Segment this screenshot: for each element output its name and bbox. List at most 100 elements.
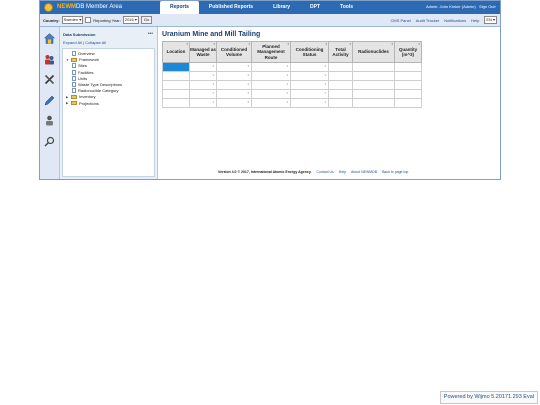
language-select[interactable]: EN ▾ [484,16,497,24]
help-link[interactable]: Help [471,18,479,23]
search-icon[interactable] [44,136,55,147]
grid-cell[interactable]: ▾ [216,71,252,81]
cell-dropdown-icon[interactable]: ▾ [247,64,249,68]
cell-dropdown-icon[interactable]: ▾ [286,73,288,77]
panel-menu-icon[interactable]: ••• [148,31,153,37]
cell-dropdown-icon[interactable]: ▾ [286,91,288,95]
filter-icon[interactable]: ▾ [186,42,188,48]
cell-dropdown-icon[interactable]: ▾ [212,100,214,104]
cell-dropdown-icon[interactable]: ▾ [286,64,288,68]
audit-tracker-link[interactable]: Audit Tracker [416,18,440,23]
grid-cell[interactable]: ▾ [251,71,291,81]
grid-cell[interactable]: ▾ [251,98,291,108]
filter-icon[interactable]: ▾ [248,42,250,48]
grid-cell[interactable]: ▾ [290,71,329,81]
grid-cell[interactable] [162,80,190,90]
about-link[interactable]: About NEWMDB [351,170,377,174]
expand-arrow-icon[interactable]: ▼ [66,58,69,62]
filter-icon[interactable]: ▾ [349,42,351,48]
footer-help-link[interactable]: Help [339,170,346,174]
filter-icon[interactable]: ▾ [287,42,289,48]
grid-cell[interactable]: ▾ [189,98,217,108]
grid-cell[interactable]: ▾ [290,98,329,108]
collapse-arrow-icon[interactable]: ▶ [66,101,69,105]
cell-dropdown-icon[interactable]: ▾ [212,64,214,68]
users-icon[interactable] [44,54,55,65]
column-header[interactable]: Radionuclides ▾ [352,41,395,63]
grid-cell[interactable] [352,62,395,72]
tree-node[interactable]: Sites [72,63,87,69]
collapse-arrow-icon[interactable]: ▶ [66,95,69,99]
column-header[interactable]: Location ▾ [162,41,190,63]
go-button[interactable]: Go [140,16,153,24]
cell-dropdown-icon[interactable]: ▾ [212,82,214,86]
grid-cell[interactable]: ▾ [290,62,329,72]
cell-dropdown-icon[interactable]: ▾ [247,100,249,104]
grid-cell[interactable]: ▾ [216,98,252,108]
grid-cell[interactable] [394,80,422,90]
column-header[interactable]: Planned Management Route ▾ [251,41,291,63]
column-header[interactable]: Managed as Waste ▾ [189,41,217,63]
cell-dropdown-icon[interactable]: ▾ [286,100,288,104]
tree-node[interactable]: Facilities [72,69,94,75]
grid-cell[interactable] [352,80,395,90]
grid-cell[interactable] [394,71,422,81]
contact-link[interactable]: Contact Us [316,170,333,174]
cell-dropdown-icon[interactable]: ▾ [247,91,249,95]
tab-dpt[interactable]: DPT [300,1,330,14]
grid-cell[interactable] [394,62,422,72]
cell-dropdown-icon[interactable]: ▾ [324,82,326,86]
tree-node[interactable]: Waste Type Descriptions [72,82,122,87]
sign-out-link[interactable]: Sign Out [479,4,495,9]
cell-dropdown-icon[interactable]: ▾ [212,91,214,95]
tab-reports[interactable]: Reports [160,1,199,14]
tree-node[interactable]: Units [72,75,87,81]
person-icon[interactable] [44,115,55,126]
tab-library[interactable]: Library [263,1,300,14]
tree-node[interactable]: ▼ Framework [66,57,99,62]
tools-icon[interactable] [44,74,55,85]
grid-cell[interactable] [162,89,190,99]
cell-dropdown-icon[interactable]: ▾ [286,82,288,86]
cell-dropdown-icon[interactable]: ▾ [247,73,249,77]
tree-node[interactable]: Overview [72,51,95,56]
tab-tools[interactable]: Tools [330,1,363,14]
grid-cell[interactable] [328,89,353,99]
country-select[interactable]: Sweden ▾ [61,16,84,24]
grid-cell[interactable]: ▾ [189,80,217,90]
grid-cell[interactable]: ▾ [251,62,291,72]
filter-icon[interactable]: ▾ [391,42,393,48]
grid-cell[interactable]: ▾ [251,89,291,99]
grid-cell[interactable]: ▾ [290,89,329,99]
collapse-all-link[interactable]: Collapse All [85,40,106,45]
grid-cell[interactable] [328,71,353,81]
cell-dropdown-icon[interactable]: ▾ [324,73,326,77]
cms-panel-link[interactable]: CMS Panel [390,18,410,23]
back-to-top-link[interactable]: Back to page top [382,170,408,174]
tree-node[interactable]: ▶ Projections [66,101,99,106]
cell-dropdown-icon[interactable]: ▾ [324,91,326,95]
grid-cell[interactable] [394,98,422,108]
grid-cell[interactable]: ▾ [216,62,252,72]
reporting-year-checkbox[interactable] [85,17,92,23]
year-select[interactable]: 2016 ▾ [122,16,139,24]
grid-cell[interactable] [328,62,353,72]
notifications-link[interactable]: Notifications [444,18,466,23]
grid-cell[interactable] [352,98,395,108]
grid-cell[interactable] [394,89,422,99]
column-header[interactable]: Quantity (m^3) ▾ [394,41,422,63]
grid-cell[interactable]: ▾ [189,89,217,99]
grid-cell[interactable]: ▾ [290,80,329,90]
cell-dropdown-icon[interactable]: ▾ [212,73,214,77]
grid-cell[interactable] [352,71,395,81]
home-icon[interactable] [44,33,55,44]
filter-icon[interactable]: ▾ [325,42,327,48]
expand-all-link[interactable]: Expand All [63,40,82,45]
grid-cell[interactable]: ▾ [216,80,252,90]
grid-cell[interactable]: ▾ [216,89,252,99]
grid-cell[interactable]: ▾ [189,62,217,72]
grid-cell[interactable] [162,71,190,81]
column-header[interactable]: Conditioning Status ▾ [290,41,329,63]
grid-cell[interactable] [162,62,190,72]
tab-published-reports[interactable]: Published Reports [199,1,263,14]
